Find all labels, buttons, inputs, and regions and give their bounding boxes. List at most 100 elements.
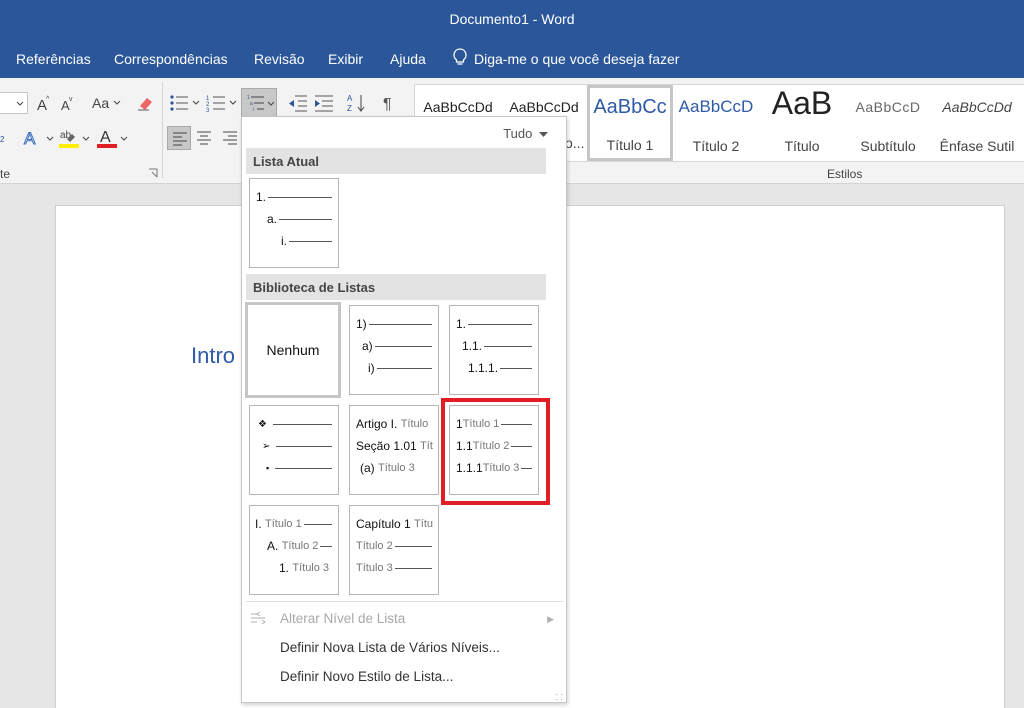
library-header: Biblioteca de Listas	[246, 274, 546, 300]
level-style: Título 3	[482, 462, 520, 474]
chevron-down-icon	[267, 101, 275, 106]
list-library-tile[interactable]: Capítulo 1 Títu Título 2 Título 3	[349, 505, 439, 595]
svg-text:¶: ¶	[383, 96, 392, 112]
level-style: Título 3	[356, 562, 393, 574]
list-library-tile[interactable]: 1) a) i)	[349, 305, 439, 395]
tab-referencias[interactable]: Referências	[16, 51, 91, 67]
list-level-row: Seção 1.01 Tít	[356, 439, 436, 453]
level-label: Seção 1.01	[356, 439, 417, 453]
list-level-row: i.	[281, 234, 332, 248]
level-label: 1	[456, 417, 463, 431]
list-level-row: Título 3	[356, 561, 432, 575]
level-label: I.	[255, 517, 262, 531]
sort-icon[interactable]: AZ	[347, 93, 367, 113]
align-left-icon	[173, 132, 187, 146]
chevron-down-icon	[82, 136, 90, 141]
text-effects-icon[interactable]: A	[22, 128, 44, 149]
chevron-down-icon	[229, 100, 237, 105]
diamond-bullet-icon: ❖	[258, 418, 267, 430]
list-library-tile[interactable]: Artigo I. Título Seção 1.01 Tít (a) Títu…	[349, 405, 439, 495]
list-level-row: 1.	[456, 317, 532, 331]
style-enfase-sutil[interactable]: AaBbCcDd Ênfase Sutil	[931, 85, 1023, 161]
list-level-row: 1.1.1 Título 3	[456, 461, 532, 475]
tab-exibir[interactable]: Exibir	[328, 51, 363, 67]
clear-formatting-icon[interactable]	[136, 93, 156, 113]
level-label: Artigo I.	[356, 417, 398, 431]
arrow-bullet-icon: ➢	[262, 440, 271, 452]
align-left-button[interactable]	[167, 126, 191, 150]
svg-text:3: 3	[206, 108, 210, 112]
subscript-icon[interactable]: 2	[0, 130, 8, 144]
chevron-down-icon	[113, 100, 121, 105]
resize-grip-icon[interactable]: . .. .	[555, 688, 563, 702]
tab-ajuda[interactable]: Ajuda	[390, 51, 426, 67]
list-level-row: a.	[267, 212, 332, 226]
tell-me-search[interactable]: Diga-me o que você deseja fazer	[474, 51, 679, 67]
style-subtitulo[interactable]: AaBbCcD Subtítulo	[845, 85, 931, 161]
style-titulo-1[interactable]: AaBbCc Título 1	[587, 85, 673, 161]
define-multilevel-list-item[interactable]: Definir Nova Lista de Vários Níveis...	[280, 640, 500, 655]
style-name: Título 1	[606, 137, 654, 153]
font-group-label: te	[0, 167, 11, 181]
svg-text:Z: Z	[347, 104, 352, 113]
change-case-button[interactable]: Aa	[92, 95, 109, 111]
highlight-icon[interactable]: ab	[58, 126, 80, 150]
style-name: Subtítulo	[860, 138, 916, 154]
window-title: Documento1 - Word	[449, 11, 575, 27]
list-level-row: (a) Título 3	[360, 461, 436, 475]
list-level-row: Artigo I. Título	[356, 417, 436, 431]
decrease-indent-icon[interactable]	[288, 94, 308, 112]
filter-label: Tudo	[503, 126, 533, 141]
tab-correspondencias[interactable]: Correspondências	[114, 51, 228, 67]
current-list-tile[interactable]: 1. a. i.	[249, 178, 339, 268]
style-sample: AaBbCc	[593, 96, 667, 118]
list-library-tile[interactable]: I. Título 1 A. Título 2 1. Título 3	[249, 505, 339, 595]
list-library-tile[interactable]: ❖ ➢ ▪	[249, 405, 339, 495]
style-titulo[interactable]: AaB Título	[759, 85, 845, 161]
svg-text:i: i	[253, 107, 254, 112]
style-name: Título 2	[692, 138, 740, 154]
lightbulb-icon[interactable]	[452, 48, 468, 68]
style-titulo-2[interactable]: AaBbCcD Título 2	[673, 85, 759, 161]
tab-revisao[interactable]: Revisão	[254, 51, 305, 67]
list-level-row: ▪	[266, 461, 332, 475]
list-filter-dropdown[interactable]: Tudo	[503, 126, 548, 141]
dialog-launcher-icon[interactable]	[148, 168, 158, 178]
list-none-tile[interactable]: Nenhum	[245, 302, 341, 398]
level-style: Título 2	[281, 540, 319, 552]
level-label: 1.1.	[462, 339, 483, 353]
level-label: (a)	[360, 461, 375, 475]
grow-font-icon[interactable]: A^	[36, 94, 52, 112]
level-label: Capítulo 1	[356, 517, 411, 531]
svg-text:2: 2	[0, 135, 5, 144]
style-sample: AaBbCcD	[678, 97, 754, 116]
level-label: i.	[281, 234, 287, 248]
list-level-row: 1)	[356, 317, 432, 331]
list-level-row: I. Título 1	[255, 517, 332, 531]
document-heading[interactable]: Intro	[191, 343, 235, 369]
style-sample: AaBbCcDd	[423, 99, 493, 115]
font-size-box[interactable]	[0, 92, 28, 114]
list-library-tile-selected[interactable]: 1 Título 1 1.1 Título 2 1.1.1 Título 3	[449, 405, 539, 495]
chevron-down-icon	[46, 136, 54, 141]
numbering-icon[interactable]: 123	[206, 94, 226, 112]
current-list-header: Lista Atual	[246, 148, 546, 174]
level-label: 1.1.1.	[468, 361, 499, 375]
level-label: a.	[267, 212, 278, 226]
show-formatting-icon[interactable]: ¶	[382, 94, 396, 112]
align-right-icon[interactable]	[222, 131, 238, 145]
list-level-row: 1 Título 1	[456, 417, 532, 431]
chevron-down-icon	[16, 101, 24, 106]
bullets-icon[interactable]	[169, 94, 189, 112]
increase-indent-icon[interactable]	[314, 94, 334, 112]
font-color-icon[interactable]: A	[96, 126, 118, 150]
chevron-down-icon	[120, 136, 128, 141]
define-list-style-item[interactable]: Definir Novo Estilo de Lista...	[280, 669, 453, 684]
align-center-icon[interactable]	[196, 131, 212, 145]
level-style: Título 1	[265, 518, 302, 530]
shrink-font-icon[interactable]: Av	[60, 94, 76, 112]
list-level-row: ❖	[258, 417, 332, 431]
list-level-row: ➢	[262, 439, 332, 453]
list-library-tile[interactable]: 1. 1.1. 1.1.1.	[449, 305, 539, 395]
multilevel-list-button[interactable]: 1ai	[241, 88, 277, 118]
